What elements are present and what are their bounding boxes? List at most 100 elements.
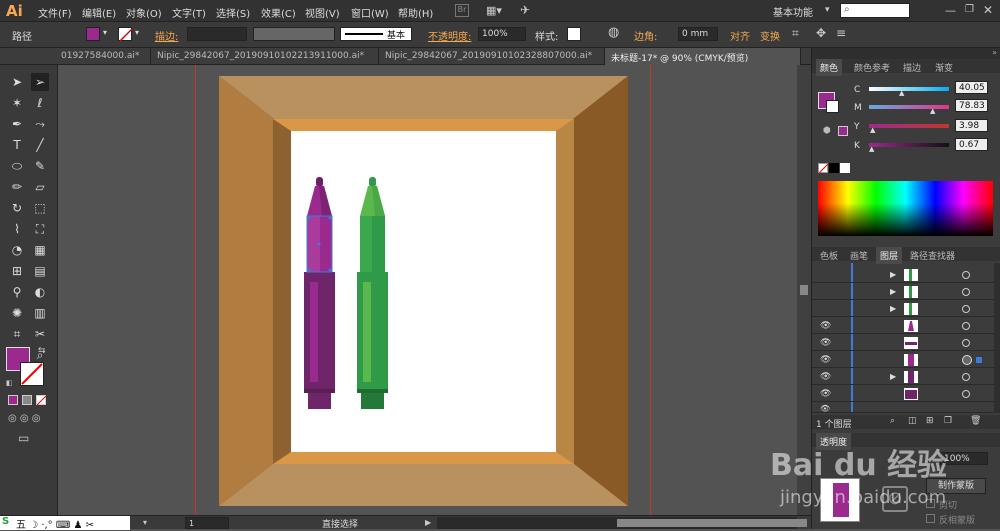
delete-layer-icon[interactable]: 🗑 <box>970 416 981 426</box>
magic-wand-tool-icon[interactable]: ✶ <box>8 94 26 112</box>
draw-mode-icon[interactable]: ◎ ◎ ◎ <box>8 413 41 424</box>
locate-object-icon[interactable]: ⌕ <box>890 416 895 426</box>
menu-file[interactable]: 文件(F) <box>38 5 72 20</box>
corner-field[interactable]: 0 mm <box>678 27 718 41</box>
fill-swatch[interactable] <box>86 27 100 41</box>
chevron-down-icon[interactable]: ▾ <box>135 28 139 37</box>
in-gamut-swatch[interactable] <box>838 126 848 136</box>
menu-window[interactable]: 窗口(W) <box>351 5 389 20</box>
artboard-number-field[interactable]: 1 <box>185 517 229 529</box>
scrollbar-thumb[interactable] <box>800 285 808 295</box>
tab-stroke[interactable]: 描边 <box>899 59 925 76</box>
menu-view[interactable]: 视图(V) <box>305 5 340 20</box>
gradient-mode-button[interactable] <box>22 395 32 405</box>
tab-document-3[interactable]: Nipic_29842067_20190910102328807000.ai* <box>379 48 605 65</box>
warp-tool-icon[interactable]: ⌇ <box>8 220 26 238</box>
layer-row[interactable]: 👁 <box>812 404 994 413</box>
close-icon[interactable]: ✕ <box>983 3 993 17</box>
status-menu-arrow-icon[interactable]: ▶ <box>425 518 431 527</box>
yellow-slider[interactable] <box>869 124 949 128</box>
menu-object[interactable]: 对象(O) <box>126 5 162 20</box>
chevron-down-icon[interactable]: ▾ <box>143 518 147 527</box>
layer-row[interactable]: 👁 ▶ <box>812 370 994 385</box>
tab-pathfinder[interactable]: 路径查找器 <box>906 247 959 264</box>
color-mode-button[interactable] <box>8 395 18 405</box>
shape-builder-tool-icon[interactable]: ◔ <box>8 241 26 259</box>
artboard-tool-icon[interactable]: ⌗ <box>8 325 26 343</box>
layer-row[interactable]: ▶ <box>812 302 994 317</box>
yellow-field[interactable]: 3.98 <box>955 119 988 132</box>
tab-color-guide[interactable]: 颜色参考 <box>850 59 894 76</box>
horizontal-scrollbar[interactable] <box>437 517 807 529</box>
ellipse-tool-icon[interactable]: ⬭ <box>8 157 26 175</box>
magenta-slider[interactable] <box>869 105 949 109</box>
cyan-field[interactable]: 40.05 <box>955 81 988 94</box>
artboard[interactable] <box>219 76 628 506</box>
isolate-icon[interactable]: ⌗ <box>792 26 799 41</box>
variable-width-field[interactable] <box>253 27 335 41</box>
column-graph-tool-icon[interactable]: ▥ <box>31 304 49 322</box>
clipping-mask-icon[interactable]: ◫ <box>908 416 917 426</box>
none-color-swatch[interactable] <box>818 163 829 174</box>
pan-icon[interactable]: ✥ <box>816 26 826 40</box>
eraser-tool-icon[interactable]: ▱ <box>31 178 49 196</box>
bridge-icon[interactable]: Br <box>455 4 469 17</box>
lasso-tool-icon[interactable]: ℓ <box>31 94 49 112</box>
recolor-artwork-icon[interactable]: ◍ <box>608 25 619 40</box>
black-swatch[interactable] <box>829 163 839 173</box>
new-layer-icon[interactable]: ❐ <box>944 416 952 426</box>
black-slider[interactable] <box>869 143 949 147</box>
layer-row[interactable]: 👁 <box>812 387 994 402</box>
mesh-tool-icon[interactable]: ⊞ <box>8 262 26 280</box>
white-swatch[interactable] <box>840 163 850 173</box>
opacity-label[interactable]: 不透明度: <box>428 28 471 43</box>
layer-row[interactable]: 👁 <box>812 336 994 351</box>
blend-tool-icon[interactable]: ◐ <box>31 283 49 301</box>
tab-layers[interactable]: 图层 <box>876 247 903 264</box>
layers-scrollbar[interactable] <box>994 263 1000 413</box>
slice-tool-icon[interactable]: ✂ <box>31 325 49 343</box>
transparency-opacity-field[interactable]: 100% <box>940 452 988 465</box>
stroke-swatch[interactable] <box>118 27 133 42</box>
invert-mask-checkbox[interactable] <box>926 514 935 523</box>
canvas-area[interactable] <box>58 65 797 515</box>
menu-type[interactable]: 文字(T) <box>172 5 206 20</box>
search-input[interactable]: ⌕ <box>840 3 910 18</box>
menu-help[interactable]: 帮助(H) <box>398 5 433 20</box>
free-transform-tool-icon[interactable]: ⛶ <box>31 220 49 238</box>
perspective-grid-tool-icon[interactable]: ▦ <box>31 241 49 259</box>
minimize-icon[interactable]: — <box>945 4 956 17</box>
swap-fill-stroke-icon[interactable]: ⇆ <box>38 346 46 356</box>
gpu-performance-icon[interactable]: ✈ <box>520 3 530 17</box>
workspace-switcher[interactable]: 基本功能 <box>773 4 813 19</box>
magenta-field[interactable]: 78.83 <box>955 99 988 112</box>
tab-document-2[interactable]: Nipic_29842067_20190910102213911000.ai* <box>151 48 379 65</box>
layer-row[interactable]: ▶ <box>812 268 994 283</box>
stroke-weight-field[interactable] <box>187 27 247 41</box>
curvature-tool-icon[interactable]: ⤳ <box>31 115 49 133</box>
style-swatch[interactable] <box>567 27 581 41</box>
new-sublayer-icon[interactable]: ⊞ <box>926 416 934 426</box>
out-of-gamut-icon[interactable]: ⬢ <box>823 126 831 136</box>
stroke-label[interactable]: 描边: <box>155 28 178 43</box>
restore-icon[interactable]: ❐ <box>965 4 974 15</box>
menu-edit[interactable]: 编辑(E) <box>82 5 116 20</box>
selection-tool-icon[interactable]: ➤ <box>8 73 26 91</box>
align-link[interactable]: 对齐 <box>730 28 750 43</box>
symbol-sprayer-tool-icon[interactable]: ✺ <box>8 304 26 322</box>
screen-mode-icon[interactable]: ▭ <box>18 431 29 445</box>
cyan-slider[interactable] <box>869 87 949 91</box>
type-tool-icon[interactable]: T <box>8 136 26 154</box>
layer-row[interactable]: 👁 <box>812 319 994 334</box>
menu-select[interactable]: 选择(S) <box>216 5 250 20</box>
brush-definition[interactable]: 基本 <box>340 27 412 41</box>
chevron-down-icon[interactable]: ▾ <box>825 5 830 15</box>
color-panel-stroke[interactable] <box>826 100 839 113</box>
black-field[interactable]: 0.67 <box>955 138 988 151</box>
none-mode-button[interactable] <box>36 395 47 406</box>
stroke-color-box[interactable] <box>20 362 44 386</box>
tab-color[interactable]: 颜色 <box>816 59 843 76</box>
pen-tool-icon[interactable]: ✒ <box>8 115 26 133</box>
chevron-down-icon[interactable]: ▾ <box>103 28 107 37</box>
tab-document-active[interactable]: 未标题-17* @ 90% (CMYK/预览) <box>605 48 801 65</box>
